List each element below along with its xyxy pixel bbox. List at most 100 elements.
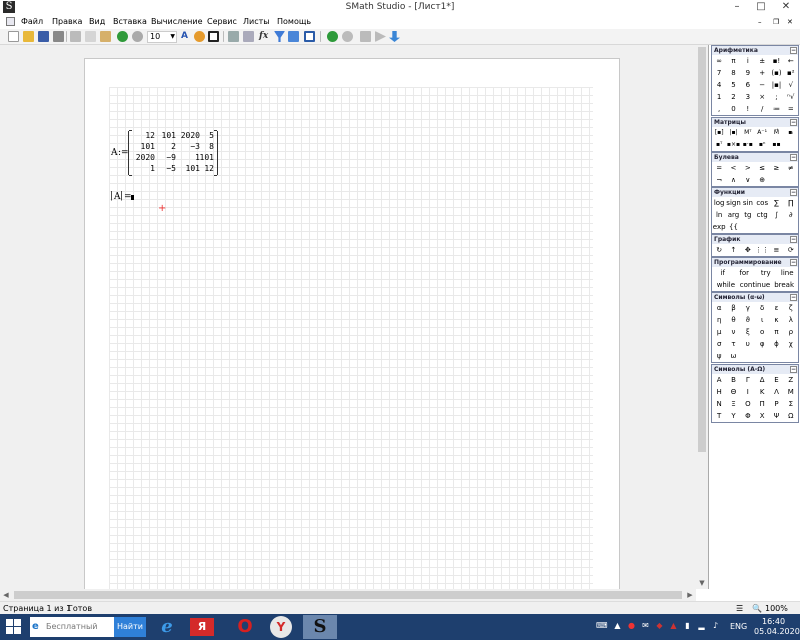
collapse-icon[interactable]: − bbox=[790, 366, 797, 373]
palette-button[interactable]: for bbox=[734, 267, 756, 279]
palette-button[interactable]: ▪ᵀ bbox=[712, 139, 726, 151]
palette-button[interactable]: ξ bbox=[741, 326, 755, 338]
palette-button[interactable]: = bbox=[784, 103, 798, 115]
scroll-down-arrow-icon[interactable]: ▼ bbox=[696, 577, 708, 589]
palette-button[interactable]: Τ bbox=[712, 410, 726, 422]
menu-insert[interactable]: Вставка bbox=[113, 16, 147, 28]
inner-restore-button[interactable]: ❐ bbox=[773, 16, 779, 28]
worksheet-area[interactable] bbox=[0, 45, 696, 589]
menu-help[interactable]: Помощь bbox=[277, 16, 311, 28]
palette-button[interactable]: φ bbox=[755, 338, 769, 350]
stop-icon[interactable] bbox=[342, 31, 353, 42]
collapse-icon[interactable]: − bbox=[790, 259, 797, 266]
volume-icon[interactable]: ♪ bbox=[710, 621, 721, 631]
palette-button[interactable]: ∞ bbox=[712, 55, 726, 67]
palette-button[interactable]: try bbox=[755, 267, 777, 279]
palette-button[interactable]: break bbox=[770, 279, 798, 291]
palette-button[interactable]: Θ bbox=[726, 386, 740, 398]
matrix-variable[interactable]: A bbox=[111, 148, 118, 158]
close-button[interactable]: ✕ bbox=[777, 0, 795, 14]
yandex-browser-icon[interactable]: Y bbox=[270, 616, 292, 638]
matrix-block[interactable]: 12 101 2020 5 101 2 −3 8 2020 −9 1 101 1… bbox=[128, 130, 218, 176]
palette-button[interactable]: Γ bbox=[741, 374, 755, 386]
collapse-icon[interactable]: − bbox=[790, 154, 797, 161]
palette-button[interactable]: Δ bbox=[755, 374, 769, 386]
palette-button[interactable]: ▪ⁿ bbox=[755, 139, 769, 151]
menu-view[interactable]: Вид bbox=[89, 16, 105, 28]
palette-button[interactable]: > bbox=[741, 162, 755, 174]
palette-button[interactable]: line bbox=[777, 267, 799, 279]
palette-button[interactable]: ο bbox=[755, 326, 769, 338]
opera-icon[interactable]: O bbox=[230, 615, 260, 639]
palette-button[interactable]: γ bbox=[741, 302, 755, 314]
palette-button[interactable]: ctg bbox=[755, 209, 769, 221]
palette-button[interactable]: ▪▪ bbox=[769, 139, 783, 151]
inner-close-button[interactable]: ✕ bbox=[787, 16, 793, 28]
palette-button[interactable]: sin bbox=[741, 197, 755, 209]
palette-button[interactable]: Λ bbox=[769, 386, 783, 398]
palette-button[interactable]: ← bbox=[784, 55, 798, 67]
palette-button[interactable]: Χ bbox=[755, 410, 769, 422]
pan-icon[interactable]: ✥ bbox=[741, 244, 755, 256]
menu-edit[interactable]: Правка bbox=[52, 16, 82, 28]
define-operator[interactable]: := bbox=[118, 148, 129, 158]
keyboard-icon[interactable]: ⌨ bbox=[596, 621, 608, 631]
panel-header[interactable]: Арифметика − bbox=[712, 46, 798, 55]
palette-button[interactable]: 8 bbox=[726, 67, 740, 79]
palette-button[interactable]: σ bbox=[712, 338, 726, 350]
matrix-cell[interactable]: 101 bbox=[154, 131, 176, 141]
windows-start-icon[interactable] bbox=[6, 619, 22, 635]
function-icon[interactable]: fx bbox=[259, 30, 268, 43]
palette-button[interactable]: 1 bbox=[712, 91, 726, 103]
palette-button[interactable]: Ο bbox=[741, 398, 755, 410]
palette-button[interactable]: Ν bbox=[712, 398, 726, 410]
zoom-level[interactable]: 100% bbox=[765, 603, 788, 614]
palette-button[interactable]: τ bbox=[726, 338, 740, 350]
battery-icon[interactable]: ▮ bbox=[682, 621, 693, 631]
align-icon[interactable] bbox=[228, 31, 239, 42]
filter-icon[interactable] bbox=[274, 31, 285, 42]
determinant-bar-right[interactable]: | bbox=[120, 191, 123, 201]
inner-minimize-button[interactable]: – bbox=[758, 16, 762, 28]
palette-button[interactable]: exp bbox=[712, 221, 726, 233]
palette-button[interactable]: ¬ bbox=[712, 174, 726, 186]
palette-button[interactable]: χ bbox=[784, 338, 798, 350]
palette-button[interactable]: i bbox=[741, 55, 755, 67]
palette-button[interactable]: if bbox=[712, 267, 734, 279]
palette-button[interactable]: |▪| bbox=[769, 79, 783, 91]
matrix-cell[interactable]: −9 bbox=[154, 153, 176, 163]
palette-button[interactable]: {{ bbox=[726, 221, 740, 233]
panel-header[interactable]: Символы (A-Ω) − bbox=[712, 365, 798, 374]
matrix-cell[interactable]: 2 bbox=[154, 142, 176, 152]
palette-button[interactable]: Η bbox=[712, 386, 726, 398]
palette-button[interactable]: ⊕ bbox=[755, 174, 769, 186]
undo-icon[interactable] bbox=[117, 31, 128, 42]
minimize-button[interactable]: – bbox=[728, 0, 746, 14]
help-icon[interactable] bbox=[288, 31, 299, 42]
panel-header[interactable]: Программирование − bbox=[712, 258, 798, 267]
palette-button[interactable]: λ bbox=[784, 314, 798, 326]
palette-button[interactable]: Υ bbox=[726, 410, 740, 422]
matrix-cell[interactable]: 8 bbox=[192, 142, 214, 152]
scroll-right-arrow-icon[interactable]: ▶ bbox=[684, 589, 696, 601]
vertical-scrollbar[interactable]: ▼ bbox=[696, 45, 708, 589]
palette-button[interactable]: |▪| bbox=[726, 127, 740, 139]
palette-button[interactable]: 0 bbox=[726, 103, 740, 115]
step-icon[interactable] bbox=[389, 31, 400, 42]
palette-button[interactable]: κ bbox=[769, 314, 783, 326]
palette-button[interactable]: 4 bbox=[712, 79, 726, 91]
horizontal-scroll-thumb[interactable] bbox=[14, 591, 682, 599]
palette-button[interactable]: continue bbox=[740, 279, 770, 291]
open-folder-icon[interactable] bbox=[23, 31, 34, 42]
palette-button[interactable]: / bbox=[755, 103, 769, 115]
palette-button[interactable]: Α bbox=[712, 374, 726, 386]
panel-header[interactable]: Символы (α-ω) − bbox=[712, 293, 798, 302]
palette-button[interactable]: θ bbox=[726, 314, 740, 326]
border-icon[interactable] bbox=[208, 31, 219, 42]
palette-button[interactable]: 2 bbox=[726, 91, 740, 103]
vertical-scroll-thumb[interactable] bbox=[698, 47, 706, 452]
move-up-icon[interactable]: ↑ bbox=[726, 244, 740, 256]
palette-button[interactable] bbox=[784, 174, 798, 186]
palette-button[interactable]: ϑ bbox=[741, 314, 755, 326]
palette-button[interactable]: π bbox=[769, 326, 783, 338]
